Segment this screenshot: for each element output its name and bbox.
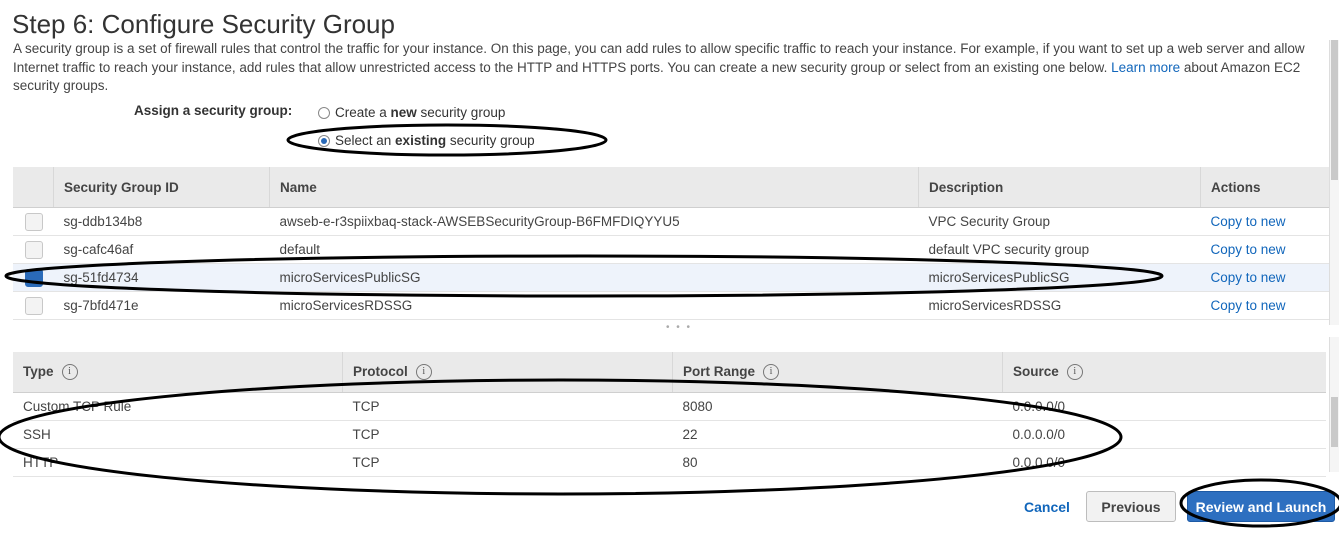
- info-icon[interactable]: i: [763, 364, 780, 381]
- col-description[interactable]: Description: [918, 167, 1201, 208]
- upper-scrollbar[interactable]: [1329, 40, 1339, 325]
- copy-to-new-link[interactable]: Copy to new: [1211, 270, 1286, 285]
- col-type: Type i: [13, 352, 343, 393]
- sg-name: microServicesRDSSG: [269, 291, 919, 320]
- review-and-launch-button[interactable]: Review and Launch: [1187, 491, 1335, 522]
- col-name[interactable]: Name: [269, 167, 919, 208]
- col-actions: Actions: [1200, 167, 1329, 208]
- select-column-header: [13, 167, 54, 208]
- row-checkbox[interactable]: [25, 212, 43, 231]
- security-groups-header-row: Security Group ID Name Description Actio…: [13, 167, 1329, 208]
- table-row[interactable]: sg-ddb134b8 awseb-e-r3spiixbaq-stack-AWS…: [13, 207, 1329, 236]
- table-row[interactable]: sg-7bfd471e microServicesRDSSG microServ…: [13, 291, 1329, 320]
- radio-select-existing-label: Select an existing security group: [335, 133, 535, 148]
- sg-description: VPC Security Group: [918, 207, 1201, 236]
- radio-select-existing[interactable]: Select an existing security group: [318, 133, 535, 148]
- table-row-selected[interactable]: sg-51fd4734 microServicesPublicSG microS…: [13, 263, 1329, 292]
- row-checkbox[interactable]: [25, 268, 43, 287]
- copy-to-new-link[interactable]: Copy to new: [1211, 242, 1286, 257]
- copy-to-new-link[interactable]: Copy to new: [1211, 214, 1286, 229]
- col-port-range: Port Range i: [672, 352, 1003, 393]
- sg-description: default VPC security group: [918, 235, 1201, 264]
- table-row[interactable]: sg-cafc46af default default VPC security…: [13, 235, 1329, 264]
- row-checkbox-cell[interactable]: [13, 207, 54, 236]
- col-protocol: Protocol i: [342, 352, 673, 393]
- rule-type: Custom TCP Rule: [13, 392, 343, 421]
- rule-protocol: TCP: [342, 448, 673, 477]
- rule-source: 0.0.0.0/0: [1002, 420, 1326, 449]
- security-groups-table: Security Group ID Name Description Actio…: [13, 167, 1329, 320]
- info-icon[interactable]: i: [415, 364, 432, 381]
- row-checkbox-cell[interactable]: [13, 291, 54, 320]
- sg-name: microServicesPublicSG: [269, 263, 919, 292]
- sg-name: awseb-e-r3spiixbaq-stack-AWSEBSecurityGr…: [269, 207, 919, 236]
- upper-scrollbar-thumb[interactable]: [1331, 40, 1338, 180]
- radio-create-new[interactable]: Create a new security group: [318, 105, 505, 120]
- sg-id: sg-7bfd471e: [53, 291, 270, 320]
- lower-scrollbar[interactable]: [1329, 337, 1339, 472]
- rule-port-range: 8080: [672, 392, 1003, 421]
- rules-header-row: Type i Protocol i Port Range i Source i: [13, 352, 1326, 393]
- row-checkbox[interactable]: [25, 240, 43, 259]
- radio-create-new-button[interactable]: [318, 106, 330, 119]
- radio-select-existing-button[interactable]: [318, 134, 330, 147]
- sg-description: microServicesPublicSG: [918, 263, 1201, 292]
- sg-id: sg-51fd4734: [53, 263, 270, 292]
- rule-row: SSH TCP 22 0.0.0.0/0: [13, 420, 1326, 449]
- sg-id: sg-ddb134b8: [53, 207, 270, 236]
- info-icon[interactable]: i: [61, 364, 78, 381]
- sg-description: microServicesRDSSG: [918, 291, 1201, 320]
- radio-create-new-label: Create a new security group: [335, 105, 506, 120]
- rule-source: 0.0.0.0/0: [1002, 392, 1326, 421]
- resize-handle[interactable]: • • •: [666, 322, 692, 333]
- col-source: Source i: [1002, 352, 1326, 393]
- lower-scrollbar-thumb[interactable]: [1331, 397, 1338, 447]
- row-checkbox-cell[interactable]: [13, 263, 54, 292]
- assign-security-group-label: Assign a security group:: [134, 103, 293, 118]
- sg-id: sg-cafc46af: [53, 235, 270, 264]
- page-description: A security group is a set of firewall ru…: [13, 40, 1323, 96]
- rule-source: 0.0.0.0/0: [1002, 448, 1326, 477]
- copy-to-new-link[interactable]: Copy to new: [1211, 298, 1286, 313]
- row-checkbox[interactable]: [25, 296, 43, 315]
- rule-port-range: 22: [672, 420, 1003, 449]
- cancel-button[interactable]: Cancel: [1024, 499, 1070, 515]
- previous-button[interactable]: Previous: [1086, 491, 1176, 522]
- rule-port-range: 80: [672, 448, 1003, 477]
- rule-protocol: TCP: [342, 420, 673, 449]
- sg-name: default: [269, 235, 919, 264]
- rule-type: SSH: [13, 420, 343, 449]
- page-title: Step 6: Configure Security Group: [12, 9, 395, 39]
- row-checkbox-cell[interactable]: [13, 235, 54, 264]
- info-icon[interactable]: i: [1066, 364, 1083, 381]
- rules-table: Type i Protocol i Port Range i Source i Cust…: [13, 352, 1326, 477]
- rule-row: HTTP TCP 80 0.0.0.0/0: [13, 448, 1326, 477]
- rule-protocol: TCP: [342, 392, 673, 421]
- rule-row: Custom TCP Rule TCP 8080 0.0.0.0/0: [13, 392, 1326, 421]
- col-security-group-id[interactable]: Security Group ID: [53, 167, 270, 208]
- rule-type: HTTP: [13, 448, 343, 477]
- learn-more-link[interactable]: Learn more: [1111, 60, 1180, 75]
